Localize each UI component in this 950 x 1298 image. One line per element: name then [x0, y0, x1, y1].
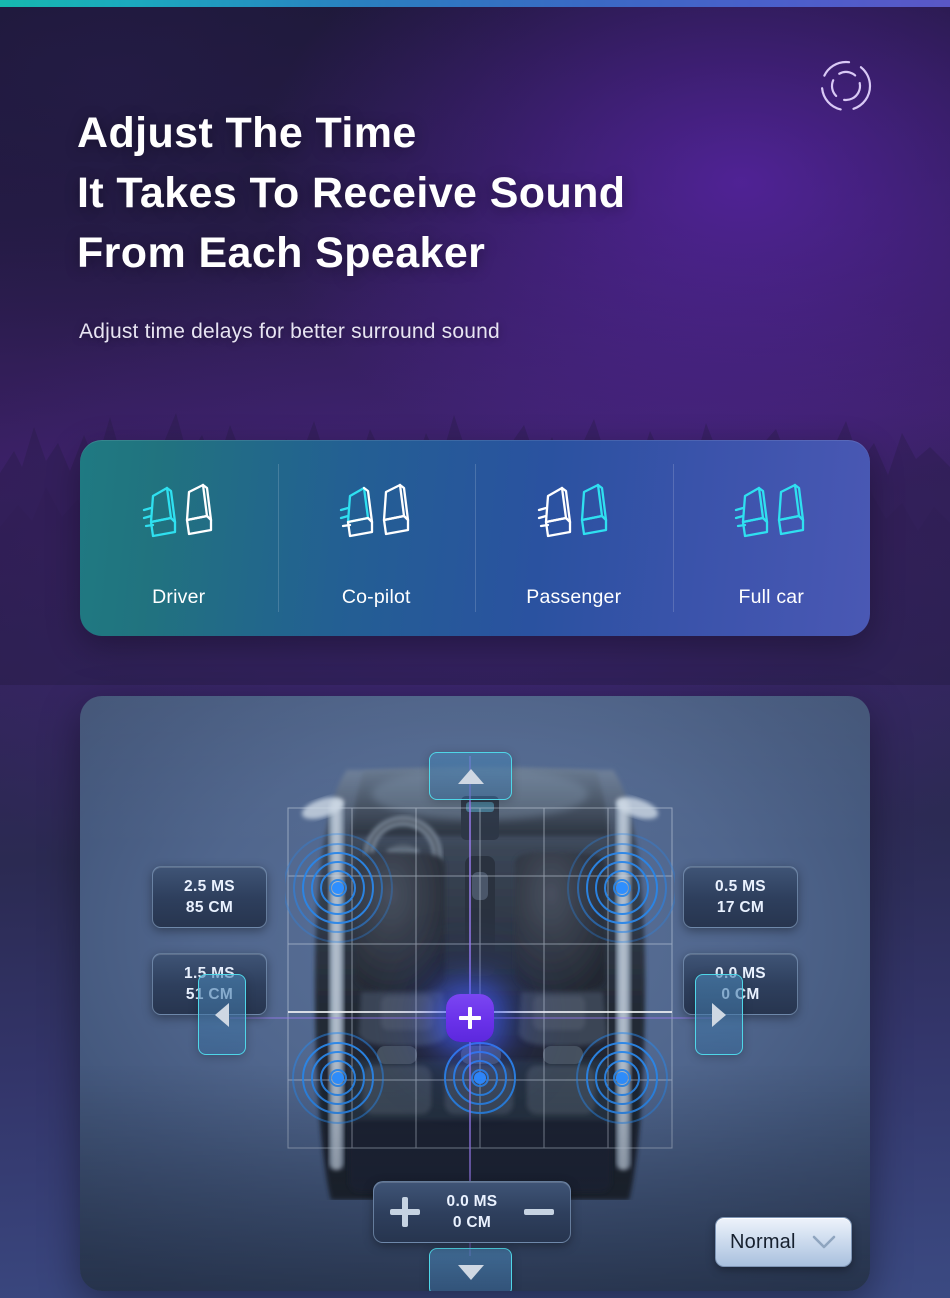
- delay-center-readout: 0.0 MS 0 CM: [447, 1191, 498, 1233]
- tab-copilot-label: Co-pilot: [341, 586, 411, 608]
- move-left-button[interactable]: [198, 974, 246, 1055]
- delay-center-cm: 0 CM: [452, 1214, 492, 1231]
- two-seats-copilot-icon: [340, 483, 410, 538]
- delay-box-front-right[interactable]: 0.5 MS 17 CM: [683, 866, 798, 928]
- page-subtitle: Adjust time delays for better surround s…: [79, 320, 500, 343]
- delay-stepper: 0.0 MS 0 CM: [373, 1181, 571, 1243]
- mode-select-value: Normal: [730, 1230, 796, 1253]
- tab-driver[interactable]: Driver: [80, 440, 278, 636]
- title-line-1: Adjust The Time: [77, 109, 417, 157]
- right-arrow-icon: [712, 1002, 726, 1027]
- decrease-delay-button[interactable]: [524, 1197, 554, 1227]
- page-root: Adjust The Time It Takes To Receive Soun…: [0, 0, 950, 1298]
- move-right-button[interactable]: [695, 974, 743, 1055]
- down-arrow-icon: [457, 1264, 484, 1280]
- two-seats-driver-icon: [142, 483, 212, 538]
- page-title: Adjust The Time It Takes To Receive Soun…: [77, 103, 837, 283]
- listening-position-marker[interactable]: [446, 994, 494, 1042]
- delay-front-right-cm: 17 CM: [716, 899, 765, 916]
- title-line-3: From Each Speaker: [77, 229, 486, 277]
- move-down-button[interactable]: [429, 1248, 512, 1291]
- chevron-down-icon: [812, 1235, 836, 1249]
- delay-front-left-cm: 85 CM: [185, 899, 234, 916]
- time-alignment-panel: 2.5 MS 85 CM 1.5 MS 51 CM 0.5 MS 17 CM 0…: [80, 696, 870, 1291]
- plus-icon: [459, 1007, 481, 1029]
- up-arrow-icon: [457, 768, 484, 784]
- car-diagram-stage: 2.5 MS 85 CM 1.5 MS 51 CM 0.5 MS 17 CM 0…: [80, 696, 870, 1291]
- left-arrow-icon: [215, 1002, 229, 1027]
- tab-full-car[interactable]: Full car: [672, 440, 871, 636]
- tab-full-car-label: Full car: [738, 586, 805, 608]
- delay-front-left-ms: 2.5 MS: [184, 878, 235, 895]
- move-up-button[interactable]: [429, 752, 512, 800]
- two-seats-passenger-icon: [537, 483, 607, 538]
- increase-delay-button[interactable]: [390, 1197, 420, 1227]
- tab-passenger[interactable]: Passenger: [475, 440, 673, 636]
- tab-driver-label: Driver: [152, 586, 206, 608]
- delay-box-front-left[interactable]: 2.5 MS 85 CM: [152, 866, 267, 928]
- title-line-2: It Takes To Receive Sound: [77, 169, 626, 217]
- delay-center-ms: 0.0 MS: [446, 1193, 498, 1210]
- tab-copilot[interactable]: Co-pilot: [277, 440, 476, 636]
- seat-position-tabs: Driver Co-pilot Passenger Full car: [80, 440, 870, 636]
- mode-select[interactable]: Normal: [715, 1217, 852, 1267]
- top-accent-strip: [0, 0, 950, 7]
- tab-passenger-label: Passenger: [526, 586, 622, 608]
- delay-front-right-ms: 0.5 MS: [715, 878, 766, 895]
- two-seats-fullcar-icon: [735, 483, 805, 538]
